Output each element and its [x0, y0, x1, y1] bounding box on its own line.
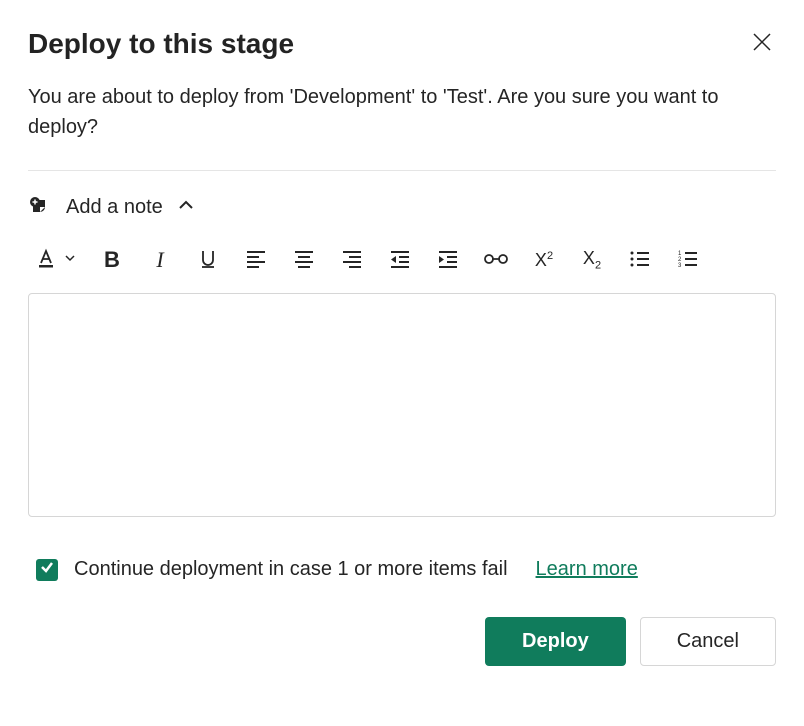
divider	[28, 170, 776, 171]
deploy-button[interactable]: Deploy	[485, 617, 626, 666]
checkmark-icon	[40, 560, 54, 579]
continue-on-fail-row: Continue deployment in case 1 or more it…	[28, 558, 776, 581]
align-center-button[interactable]	[292, 247, 316, 273]
italic-icon: I	[156, 247, 163, 273]
link-button[interactable]	[484, 247, 508, 273]
continue-on-fail-checkbox[interactable]	[36, 559, 58, 581]
font-color-group[interactable]	[34, 247, 76, 273]
subscript-icon: X2	[583, 248, 601, 272]
dialog-header: Deploy to this stage	[28, 28, 776, 60]
font-color-button[interactable]	[34, 247, 58, 273]
chevron-up-icon	[177, 196, 195, 219]
chevron-down-icon	[64, 251, 76, 269]
learn-more-link[interactable]: Learn more	[536, 558, 638, 581]
indent-decrease-icon	[389, 249, 411, 272]
italic-button[interactable]: I	[148, 247, 172, 273]
numbered-list-icon: 123	[677, 249, 699, 272]
numbered-list-button[interactable]: 123	[676, 247, 700, 273]
dialog-title: Deploy to this stage	[28, 28, 294, 60]
align-left-icon	[245, 249, 267, 272]
close-icon	[752, 32, 772, 55]
superscript-icon: X2	[535, 250, 553, 271]
note-add-icon	[28, 195, 52, 219]
svg-text:3: 3	[678, 263, 682, 269]
note-label: Add a note	[66, 196, 163, 219]
subscript-button[interactable]: X2	[580, 247, 604, 273]
dialog-subtitle: You are about to deploy from 'Developmen…	[28, 82, 776, 142]
font-color-icon	[35, 248, 57, 273]
cancel-button[interactable]: Cancel	[640, 617, 776, 666]
bold-button[interactable]: B	[100, 247, 124, 273]
align-left-button[interactable]	[244, 247, 268, 273]
bold-icon: B	[104, 247, 120, 273]
underline-button[interactable]	[196, 247, 220, 273]
align-right-button[interactable]	[340, 247, 364, 273]
indent-increase-button[interactable]	[436, 247, 460, 273]
underline-icon	[198, 248, 218, 273]
dialog-footer: Deploy Cancel	[28, 617, 776, 666]
note-toolbar: B I X2	[28, 247, 776, 273]
indent-decrease-button[interactable]	[388, 247, 412, 273]
indent-increase-icon	[437, 249, 459, 272]
close-button[interactable]	[748, 28, 776, 59]
note-textarea[interactable]	[28, 293, 776, 517]
align-right-icon	[341, 249, 363, 272]
align-center-icon	[293, 249, 315, 272]
bulleted-list-icon	[629, 249, 651, 272]
superscript-button[interactable]: X2	[532, 247, 556, 273]
bulleted-list-button[interactable]	[628, 247, 652, 273]
continue-on-fail-label: Continue deployment in case 1 or more it…	[74, 558, 508, 581]
link-icon	[484, 249, 508, 272]
note-section-toggle[interactable]: Add a note	[28, 195, 776, 219]
